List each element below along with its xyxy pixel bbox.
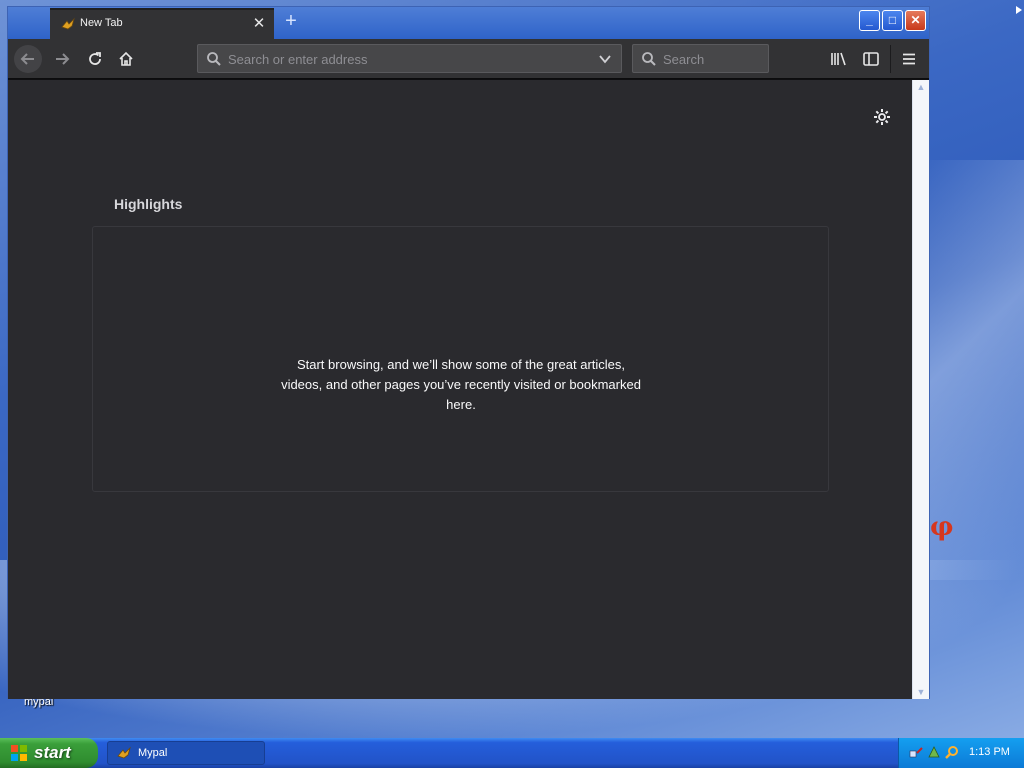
mypal-favicon-icon (117, 746, 131, 759)
browser-window: New Tab ✕ + _ □ ✕ Search or enter addres… (7, 6, 930, 699)
mypal-favicon-icon (61, 17, 75, 30)
address-bar[interactable] (197, 44, 622, 73)
navigation-toolbar (8, 39, 929, 79)
scroll-down-icon[interactable]: ▼ (916, 687, 926, 697)
search-icon (642, 52, 656, 66)
reload-icon (89, 52, 101, 65)
home-icon (119, 51, 133, 66)
forward-arrow-icon (56, 53, 70, 65)
taskbar: start Mypal 1:13 PM (0, 738, 1024, 768)
home-button[interactable] (112, 45, 140, 73)
search-icon (207, 52, 221, 66)
menu-button[interactable] (895, 45, 923, 73)
search-bar[interactable] (632, 44, 769, 73)
new-tab-button[interactable]: + (280, 11, 302, 33)
sidebar-icon (863, 52, 879, 66)
sidebar-toggle-button[interactable] (857, 45, 885, 73)
start-button[interactable]: start (0, 738, 98, 768)
desktop-app-logo: φ (930, 512, 954, 542)
highlights-empty-message: Start browsing, and we’ll show some of t… (281, 357, 641, 412)
back-arrow-icon (20, 53, 34, 65)
highlights-heading: Highlights (114, 196, 183, 212)
windows-logo-icon (11, 745, 27, 761)
toolbar-divider (890, 45, 891, 73)
safely-remove-icon[interactable] (927, 745, 941, 759)
gear-icon[interactable] (872, 107, 892, 127)
chevron-down-icon[interactable] (599, 54, 611, 64)
library-icon (831, 52, 846, 66)
start-label: start (34, 743, 71, 762)
system-tray: 1:13 PM (898, 738, 1024, 768)
reload-button[interactable] (81, 45, 109, 73)
tab-close-icon[interactable]: ✕ (250, 15, 268, 33)
scroll-up-icon[interactable]: ▲ (916, 82, 926, 92)
tab-title: New Tab (80, 17, 123, 29)
forward-button[interactable] (48, 45, 76, 73)
maximize-button[interactable]: □ (882, 10, 903, 31)
search-tray-icon[interactable] (945, 745, 959, 759)
tab-new-tab[interactable]: New Tab ✕ (50, 8, 274, 39)
highlights-section: Start browsing, and we’ll show some of t… (92, 226, 829, 492)
vertical-scrollbar[interactable]: ▲ ▼ (912, 80, 929, 699)
clock[interactable]: 1:13 PM (969, 746, 1010, 758)
back-button[interactable] (14, 45, 42, 73)
hamburger-menu-icon (903, 53, 915, 65)
mouse-cursor (1016, 6, 1022, 14)
taskbar-item-mypal[interactable]: Mypal (107, 741, 265, 765)
network-icon[interactable] (909, 745, 923, 759)
close-window-button[interactable]: ✕ (905, 10, 926, 31)
address-input[interactable] (228, 49, 588, 69)
library-button[interactable] (825, 45, 853, 73)
search-input[interactable] (663, 49, 763, 69)
tab-bar: New Tab ✕ + _ □ ✕ (8, 7, 929, 39)
minimize-button[interactable]: _ (859, 10, 880, 31)
taskbar-item-label: Mypal (138, 747, 168, 759)
newtab-page: Highlights Start browsing, and we’ll sho… (8, 80, 912, 699)
